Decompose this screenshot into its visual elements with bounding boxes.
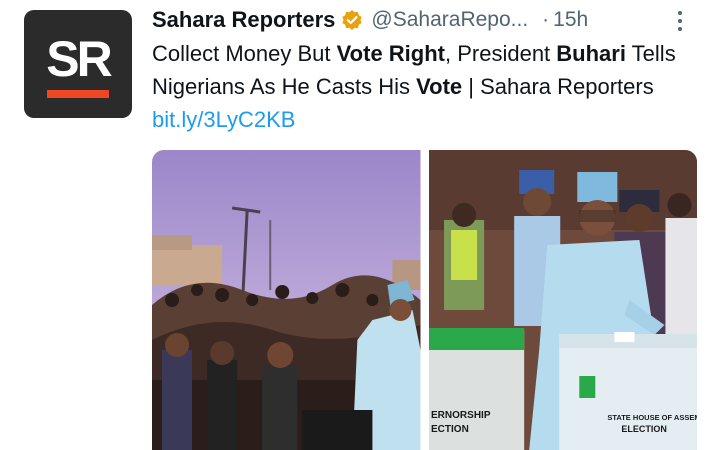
author-handle[interactable]: @SaharaRepo... [371,8,528,32]
tweet-text-bold: Vote [416,74,463,99]
tweet-text-bold: Vote Right [336,41,445,66]
tweet-timestamp[interactable]: 15h [553,8,588,32]
media-photo-crowd[interactable] [152,150,421,450]
ballot-box-label-left-2: ECTION [431,424,469,435]
tweet-text: Collect Money But Vote Right, President … [152,37,692,136]
more-dots-icon[interactable] [670,6,690,36]
tweet-text-bold: Buhari [556,41,626,66]
verified-badge-icon[interactable] [341,9,363,31]
avatar-logo-bar [47,90,109,98]
tweet-header: Sahara Reporters @SaharaRepo... · 15h [152,5,700,35]
tweet-text-segment: | Sahara Reporters [462,74,654,99]
media-grid: ERNORSHIP ECTION STATE HOUSE OF ASSEMBLY… [152,150,697,450]
voting-photo-image: ERNORSHIP ECTION STATE HOUSE OF ASSEMBLY… [428,150,697,450]
tweet-link[interactable]: bit.ly/3LyC2KB [152,107,295,132]
ballot-box-label-right-2: ELECTION [621,424,667,434]
avatar[interactable]: SR [24,10,132,118]
tweet-text-segment: , President [445,41,557,66]
ballot-box-label-right-1: STATE HOUSE OF ASSEMBLY [607,413,697,422]
separator-dot: · [542,8,550,31]
avatar-logo-text: SR [46,31,112,87]
crowd-photo-image [152,150,421,450]
ballot-box-label-left-1: ERNORSHIP [431,410,491,421]
tweet-text-segment: Collect Money But [152,41,337,66]
author-name[interactable]: Sahara Reporters [152,7,335,33]
media-photo-voting[interactable]: ERNORSHIP ECTION STATE HOUSE OF ASSEMBLY… [428,150,697,450]
